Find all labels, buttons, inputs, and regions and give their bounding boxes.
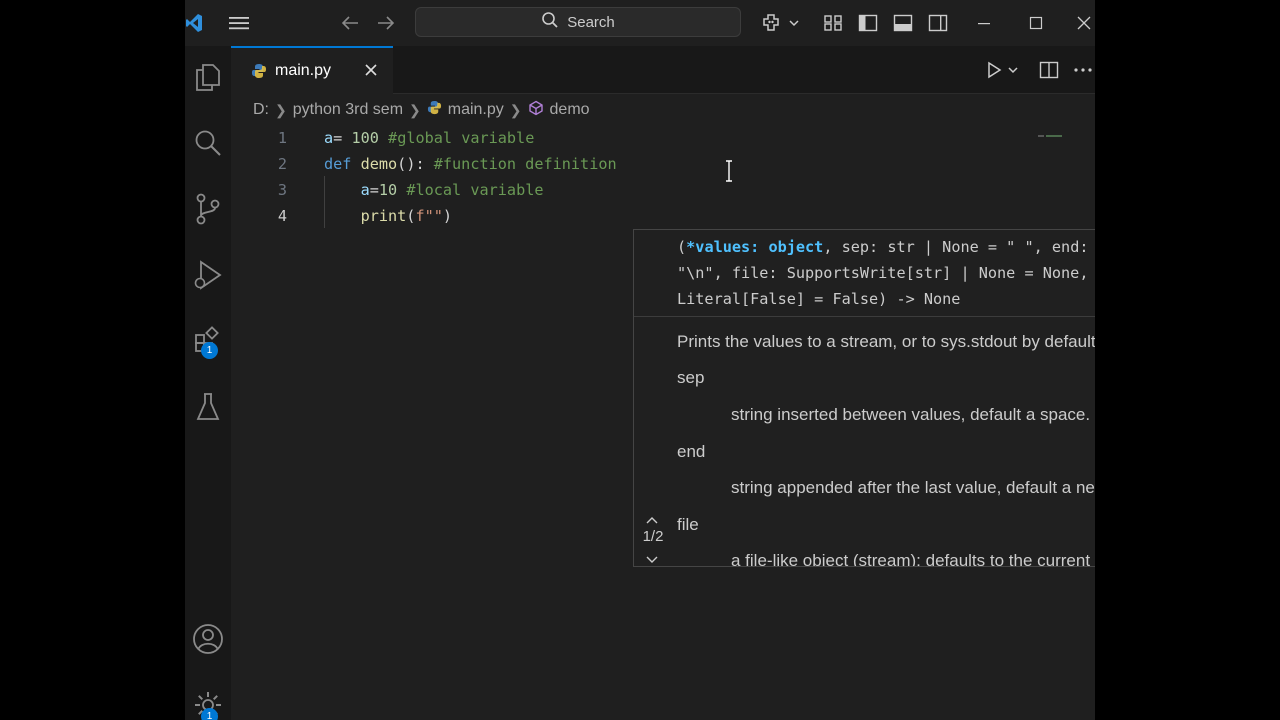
code-token: demo bbox=[360, 155, 398, 173]
tab-label: main.py bbox=[275, 62, 332, 79]
activity-bar: 1 1 bbox=[185, 46, 231, 720]
code-text: def demo(): #function definition bbox=[324, 151, 617, 177]
toggle-panel-icon[interactable] bbox=[891, 0, 915, 46]
breadcrumb-folder[interactable]: python 3rd sem bbox=[293, 101, 403, 119]
code-token: ) bbox=[442, 207, 453, 225]
title-bar: Search bbox=[185, 0, 1095, 46]
code-token: #global variable bbox=[388, 129, 535, 147]
code-token: a bbox=[360, 181, 370, 199]
signature-description: Prints the values to a stream, or to sys… bbox=[677, 332, 1095, 351]
breadcrumb-symbol[interactable]: demo bbox=[550, 101, 590, 119]
testing-icon[interactable] bbox=[185, 384, 231, 430]
code-text: print(f"") bbox=[324, 203, 452, 229]
param-desc: string appended after the last value, de… bbox=[731, 478, 1095, 497]
breadcrumb: D: ❯ python 3rd sem ❯ main.py ❯ demo bbox=[253, 98, 590, 122]
breadcrumb-file[interactable]: main.py bbox=[448, 101, 504, 119]
code-token: #local variable bbox=[406, 181, 544, 199]
code-token: #function definition bbox=[433, 155, 617, 173]
manage-gear-icon[interactable]: 1 bbox=[185, 682, 231, 720]
line-number: 1 bbox=[277, 129, 287, 147]
close-icon[interactable] bbox=[1073, 0, 1095, 46]
search-label: Search bbox=[567, 13, 615, 31]
toggle-secondary-sidebar-icon[interactable] bbox=[926, 0, 950, 46]
run-options-chevron-icon[interactable] bbox=[1005, 46, 1021, 94]
code-token: = bbox=[333, 129, 352, 147]
chevron-right-icon: ❯ bbox=[409, 101, 421, 118]
overload-counter: 1/2 bbox=[642, 528, 664, 545]
code-text: a=10 #local variable bbox=[324, 177, 544, 203]
menu-icon[interactable] bbox=[223, 0, 255, 46]
overload-down-icon[interactable] bbox=[645, 549, 659, 566]
code-line[interactable]: 4 print(f"") bbox=[231, 203, 991, 229]
editor-tab-bar: main.py bbox=[231, 46, 1095, 94]
manage-badge: 1 bbox=[201, 708, 218, 720]
code-line[interactable]: 1 a= 100 #global variable bbox=[231, 125, 991, 151]
extensions-badge: 1 bbox=[201, 342, 218, 359]
toggle-primary-sidebar-icon[interactable] bbox=[856, 0, 880, 46]
chevron-down-icon[interactable] bbox=[785, 0, 803, 46]
code-token: print bbox=[360, 207, 407, 225]
run-python-file-icon[interactable] bbox=[983, 46, 1005, 94]
text-cursor-icon bbox=[724, 160, 734, 186]
code-token: def bbox=[324, 155, 352, 173]
param-desc: string inserted between values, default … bbox=[731, 405, 1091, 424]
code-token: 100 bbox=[351, 129, 379, 147]
more-actions-icon[interactable] bbox=[1071, 46, 1095, 94]
back-arrow-icon[interactable] bbox=[336, 0, 364, 46]
customize-layout-icon[interactable] bbox=[821, 0, 845, 46]
forward-arrow-icon[interactable] bbox=[372, 0, 400, 46]
active-parameter: *values: object bbox=[686, 238, 824, 256]
code-token: f"" bbox=[415, 207, 443, 225]
line-number: 3 bbox=[277, 181, 287, 199]
param-name: file bbox=[677, 515, 699, 534]
command-center-search[interactable]: Search bbox=[415, 7, 741, 37]
code-line[interactable]: 2 def demo(): #function definition bbox=[231, 151, 991, 177]
run-debug-icon[interactable] bbox=[185, 252, 231, 298]
code-token: a bbox=[324, 129, 334, 147]
search-icon bbox=[541, 11, 559, 33]
code-text: a= 100 #global variable bbox=[324, 125, 534, 151]
copilot-icon[interactable] bbox=[758, 0, 784, 46]
source-control-icon[interactable] bbox=[185, 186, 231, 232]
search-icon[interactable] bbox=[185, 120, 231, 166]
line-number: 4 bbox=[277, 207, 287, 225]
divider bbox=[634, 316, 1095, 317]
param-name: end bbox=[677, 442, 706, 461]
function-symbol-icon bbox=[528, 100, 544, 121]
minimap[interactable] bbox=[1038, 126, 1064, 144]
extensions-icon[interactable]: 1 bbox=[185, 318, 231, 364]
breadcrumb-drive[interactable]: D: bbox=[253, 101, 269, 119]
vscode-window: Search 1 1 main.py D: ❯ python 3rd sem ❯… bbox=[185, 0, 1095, 720]
explorer-icon[interactable] bbox=[185, 54, 231, 100]
param-desc: a file-like object (stream); defaults to… bbox=[731, 551, 1091, 567]
signature-open: ( bbox=[677, 238, 687, 256]
python-icon bbox=[427, 100, 442, 120]
signature: (*values: object, sep: str | None = " ",… bbox=[677, 234, 1095, 312]
vscode-logo-icon bbox=[185, 0, 203, 46]
maximize-icon[interactable] bbox=[1022, 0, 1050, 46]
signature-help-widget: (*values: object, sep: str | None = " ",… bbox=[633, 229, 1095, 567]
split-editor-icon[interactable] bbox=[1037, 46, 1061, 94]
code-token: 10 bbox=[378, 181, 398, 199]
param-name: sep bbox=[677, 368, 705, 387]
tab-main-py[interactable]: main.py bbox=[231, 46, 393, 94]
chevron-right-icon: ❯ bbox=[509, 101, 522, 118]
code-token: = bbox=[369, 181, 379, 199]
chevron-right-icon: ❯ bbox=[275, 101, 287, 118]
accounts-icon[interactable] bbox=[185, 616, 231, 662]
code-token: (): bbox=[397, 155, 434, 173]
tab-close-icon[interactable] bbox=[363, 62, 379, 82]
code-line[interactable]: 3 a=10 #local variable bbox=[231, 177, 991, 203]
line-number: 2 bbox=[277, 155, 287, 173]
python-icon bbox=[251, 63, 267, 83]
minimize-icon[interactable] bbox=[970, 0, 998, 46]
